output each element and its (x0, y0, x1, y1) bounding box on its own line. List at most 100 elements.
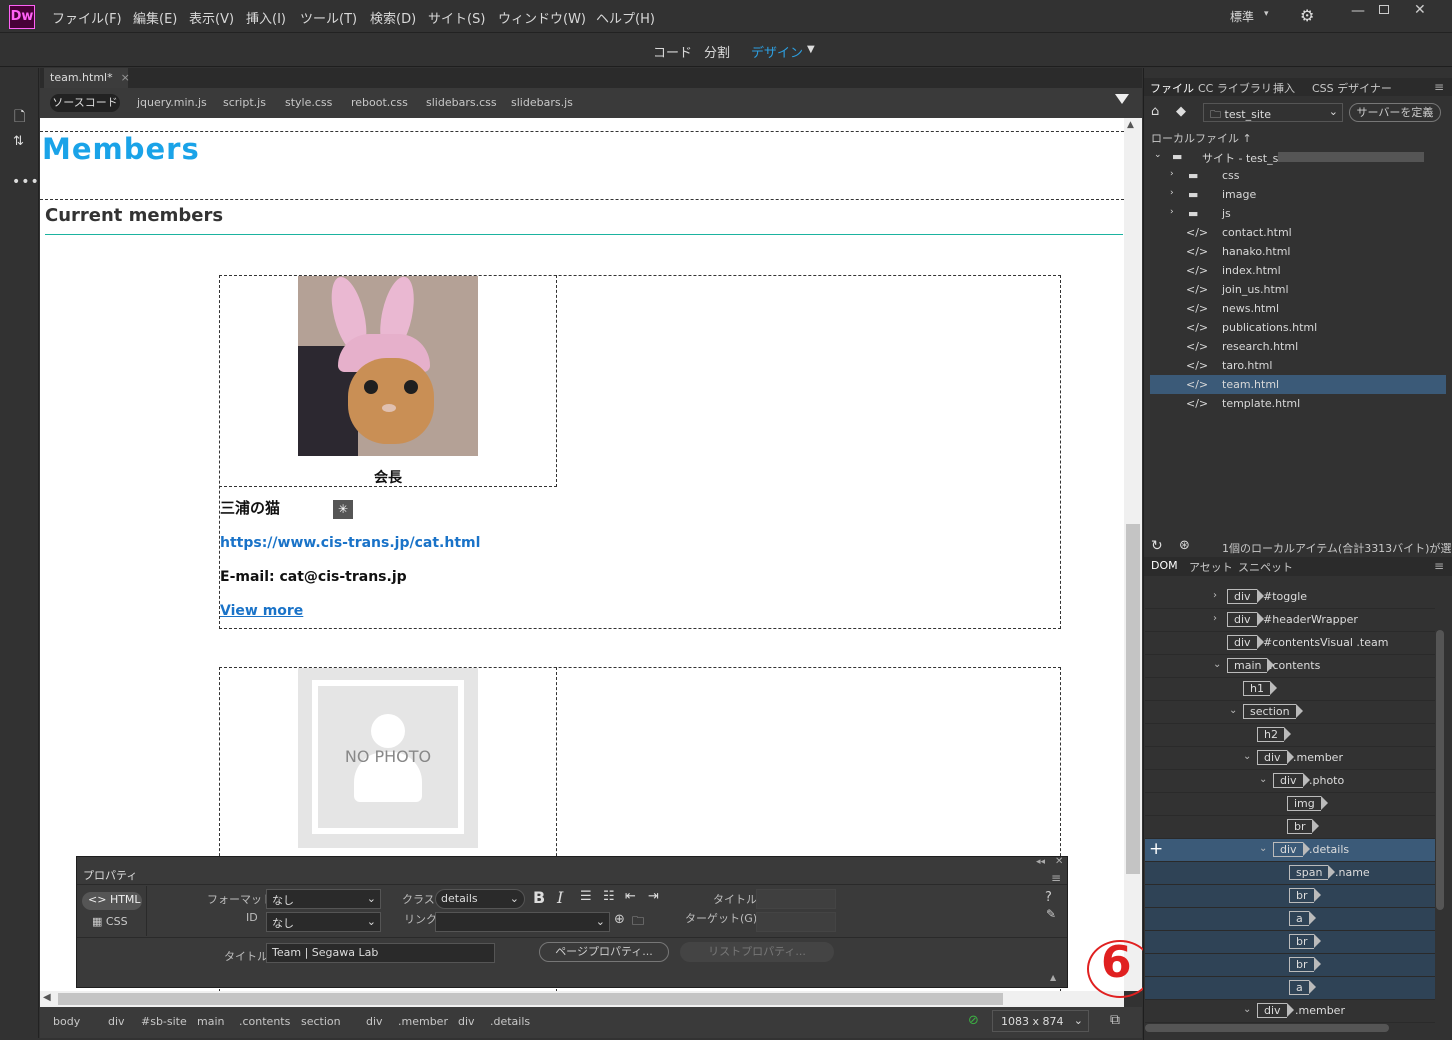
menu-help[interactable]: ヘルプ(H) (596, 8, 655, 27)
maximize-icon[interactable] (1379, 5, 1389, 14)
document-tab-team[interactable]: team.html* × (44, 68, 130, 88)
file-index[interactable]: </> index.html (1150, 261, 1446, 280)
breadcrumb-section[interactable]: section (301, 1015, 341, 1028)
id-select[interactable]: なし ⌄ (266, 912, 381, 932)
folder-css[interactable]: › ▬ css (1150, 166, 1446, 185)
minimize-icon[interactable]: — (1351, 3, 1365, 19)
site-select[interactable]: 🗀 test_site ⌄ (1203, 103, 1343, 122)
file-hanako[interactable]: </> hanako.html (1150, 242, 1446, 261)
invisible-element-icon[interactable]: ✳ (333, 500, 353, 519)
related-file-source[interactable]: ソースコード (50, 94, 120, 112)
breadcrumb-contents[interactable]: .contents (239, 1015, 290, 1028)
link-input[interactable]: ⌄ (435, 912, 610, 932)
related-file-style[interactable]: style.css (285, 96, 332, 109)
breadcrumb-main[interactable]: main (197, 1015, 224, 1028)
horizontal-scrollbar[interactable]: ◀ (40, 991, 1124, 1007)
more-icon[interactable]: ••• (12, 174, 40, 190)
dom-row-a[interactable]: a (1145, 977, 1435, 1000)
view-split-button[interactable]: 分割 (704, 42, 730, 61)
dom-row-img[interactable]: img (1145, 793, 1435, 816)
dom-row-member[interactable]: ⌄ div .member (1145, 747, 1435, 770)
globe-icon[interactable]: ⊛ (1179, 538, 1190, 553)
format-select[interactable]: なし ⌄ (266, 889, 381, 909)
dom-row-a[interactable]: a (1145, 908, 1435, 931)
no-photo-image[interactable]: NO PHOTO (298, 668, 478, 848)
expand-panel-icon[interactable]: ▲ (1050, 973, 1056, 982)
file-publications[interactable]: </> publications.html (1150, 318, 1446, 337)
file-contact[interactable]: </> contact.html (1150, 223, 1446, 242)
dom-row-member[interactable]: ⌄ div .member (1145, 1000, 1435, 1023)
close-panel-icon[interactable]: ✕ (1055, 856, 1063, 867)
indent-icon[interactable]: ⇥ (648, 889, 659, 904)
breadcrumb-div[interactable]: div (458, 1015, 475, 1028)
vertical-scrollbar[interactable]: ▲ (1124, 118, 1142, 991)
dom-row-h1[interactable]: h1 (1145, 678, 1435, 701)
dom-row-br[interactable]: br (1145, 885, 1435, 908)
dom-horizontal-scroll-thumb[interactable] (1145, 1024, 1389, 1032)
tab-insert[interactable]: 挿入 (1273, 80, 1295, 96)
file-taro[interactable]: </> taro.html (1150, 356, 1446, 375)
git-icon[interactable]: ◆ (1176, 104, 1186, 119)
dom-row-contents-visual[interactable]: div #contentsVisual .team (1145, 632, 1435, 655)
dom-vertical-scroll-thumb[interactable] (1436, 630, 1444, 910)
tab-dom[interactable]: DOM (1151, 559, 1178, 572)
define-server-button[interactable]: サーバーを定義 (1349, 103, 1441, 122)
related-file-jquery[interactable]: jquery.min.js (137, 96, 207, 109)
view-more-link[interactable]: View more (220, 603, 303, 619)
dom-row-h2[interactable]: h2 (1145, 724, 1435, 747)
refresh-icon[interactable]: ↻ (1151, 538, 1163, 554)
file-news[interactable]: </> news.html (1150, 299, 1446, 318)
list-properties-button[interactable]: リストプロパティ... (680, 942, 834, 962)
collapse-panel-icon[interactable]: ◂◂ (1036, 857, 1045, 867)
outdent-icon[interactable]: ⇤ (625, 889, 636, 904)
workspace-switcher[interactable]: 標準 (1230, 8, 1254, 25)
view-design-button[interactable]: デザイン (751, 42, 803, 61)
close-tab-icon[interactable]: × (121, 71, 130, 84)
breadcrumb-member[interactable]: .member (398, 1015, 448, 1028)
tab-cc-libraries[interactable]: CC ライブラリ (1198, 80, 1272, 96)
live-view-icon[interactable]: ⧉ (1110, 1012, 1120, 1028)
class-select[interactable]: details ⌄ (435, 889, 525, 909)
connect-icon[interactable]: ⌂ (1151, 104, 1159, 119)
dom-row-photo[interactable]: ⌄ div .photo (1145, 770, 1435, 793)
folder-image[interactable]: › ▬ image (1150, 185, 1446, 204)
view-dropdown-icon[interactable]: ▼ (807, 44, 815, 55)
view-code-button[interactable]: コード (653, 42, 692, 61)
member-photo[interactable] (298, 276, 478, 456)
ordered-list-icon[interactable]: ☷ (603, 889, 615, 904)
html-mode-button[interactable]: <> HTML (82, 892, 142, 910)
tab-files[interactable]: ファイル (1150, 80, 1194, 96)
site-root[interactable]: ⌄ ▬ サイト - test_sit (1150, 147, 1446, 166)
member-url-link[interactable]: https://www.cis-trans.jp/cat.html (220, 535, 480, 551)
breadcrumb-sb-site[interactable]: #sb-site (141, 1015, 187, 1028)
breadcrumb-body[interactable]: body (53, 1015, 80, 1028)
window-size-select[interactable]: 1083 x 874 ⌄ (992, 1010, 1089, 1032)
point-to-file-icon[interactable]: ⊕ (614, 912, 625, 927)
tab-assets[interactable]: アセット (1189, 559, 1233, 575)
file-join-us[interactable]: </> join_us.html (1150, 280, 1446, 299)
bold-button[interactable]: B (533, 888, 545, 907)
menu-tools[interactable]: ツール(T) (300, 8, 357, 27)
breadcrumb-div[interactable]: div (366, 1015, 383, 1028)
page-title-input[interactable]: Team | Segawa Lab (266, 943, 495, 963)
file-team[interactable]: </> team.html (1150, 375, 1446, 394)
local-files-header[interactable]: ローカルファイル ↑ (1151, 130, 1252, 146)
filter-icon[interactable] (1115, 94, 1129, 104)
italic-button[interactable]: I (557, 888, 563, 907)
page-properties-button[interactable]: ページプロパティ... (539, 942, 669, 962)
dom-row-span[interactable]: span .name (1145, 862, 1435, 885)
menu-edit[interactable]: 編集(E) (133, 8, 177, 27)
gear-sync-icon[interactable]: ⚙ (1300, 6, 1314, 25)
related-file-script[interactable]: script.js (223, 96, 266, 109)
menu-find[interactable]: 検索(D) (370, 8, 416, 27)
help-icon[interactable]: ? (1045, 890, 1052, 905)
workspace-chevron-icon[interactable]: ▾ (1264, 9, 1269, 19)
validation-ok-icon[interactable]: ⊘ (968, 1013, 979, 1028)
browse-folder-icon[interactable]: 🗀 (632, 912, 644, 933)
folder-js[interactable]: › ▬ js (1150, 204, 1446, 223)
file-template[interactable]: </> template.html (1150, 394, 1446, 413)
related-file-slidebars-js[interactable]: slidebars.js (511, 96, 573, 109)
transfer-icon[interactable]: ⇅ (13, 134, 24, 149)
menu-file[interactable]: ファイル(F) (52, 8, 122, 27)
related-file-slidebars-css[interactable]: slidebars.css (426, 96, 497, 109)
